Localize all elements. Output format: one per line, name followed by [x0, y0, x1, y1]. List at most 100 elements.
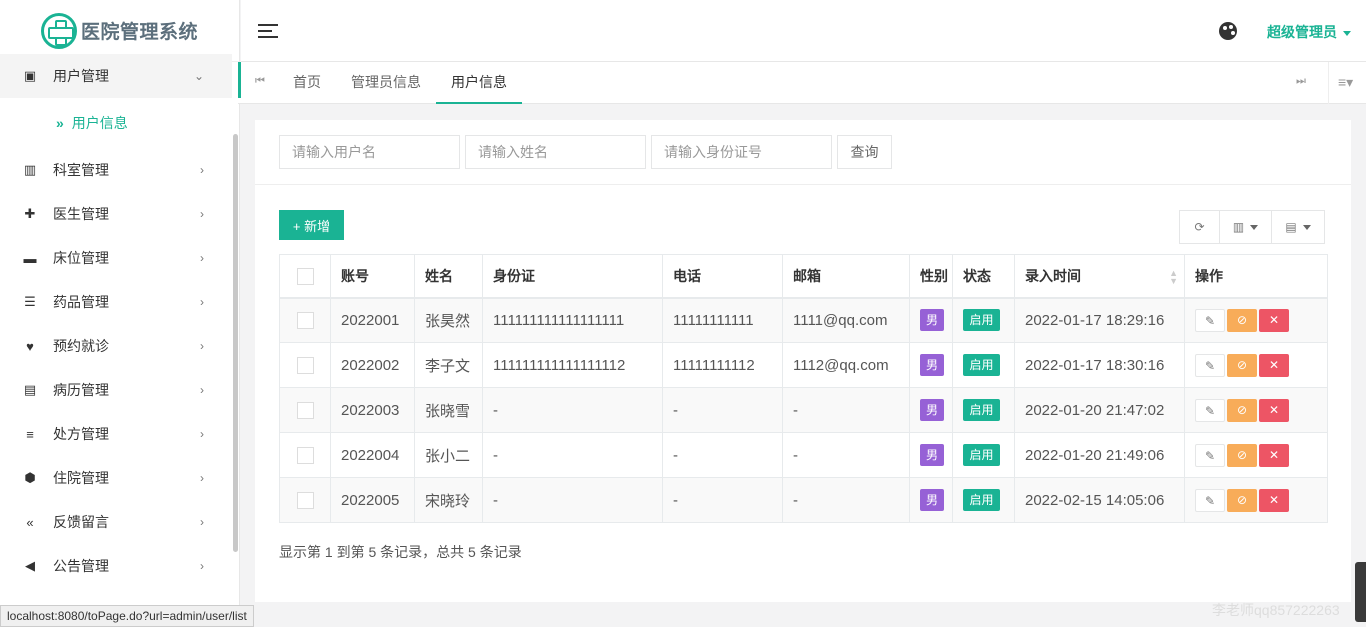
menu-toggle-icon[interactable]: [258, 24, 278, 38]
tabs-scroll-left-icon[interactable]: ⏮: [255, 75, 265, 88]
sidebar-item-user-management[interactable]: ▣ 用户管理 ⌄: [0, 54, 232, 98]
chevron-right-icon: ›: [200, 207, 204, 221]
row-checkbox[interactable]: [296, 401, 314, 419]
sidebar-item-inpatient[interactable]: ⬢ 住院管理 ›: [0, 456, 232, 500]
query-button[interactable]: 查询: [837, 135, 892, 169]
gender-badge: 男: [920, 444, 944, 466]
row-checkbox[interactable]: [296, 446, 314, 464]
disable-button[interactable]: ⊘: [1227, 443, 1257, 467]
cell-account: 2022005: [330, 477, 415, 523]
ban-icon: ⊘: [1236, 312, 1248, 327]
tabs-left-edge: [238, 62, 241, 98]
row-checkbox[interactable]: [296, 312, 314, 330]
edit-button[interactable]: ✎: [1195, 308, 1225, 332]
sidebar-item-label: 药品管理: [53, 294, 109, 310]
user-dropdown[interactable]: 超级管理员: [1267, 22, 1351, 42]
cell-email: 1112@qq.com: [782, 342, 910, 388]
status-badge: 启用: [963, 399, 1000, 421]
delete-button[interactable]: ✕: [1259, 308, 1289, 332]
tab-home[interactable]: 首页: [293, 62, 321, 104]
refresh-button[interactable]: ⟳: [1179, 210, 1220, 244]
select-all-checkbox[interactable]: [296, 267, 314, 285]
side-widget[interactable]: [1355, 562, 1366, 622]
edit-button[interactable]: ✎: [1195, 398, 1225, 422]
newspaper-icon: ▤: [23, 382, 37, 397]
row-checkbox[interactable]: [296, 356, 314, 374]
cell-actions: ✎ ⊘ ✕: [1184, 297, 1328, 343]
row-select-cell: [279, 387, 331, 433]
table-row[interactable]: 2022003 张晓雪 - - - 男启用 2022-01-20 21:47:02 ✎ ⊘ ✕: [279, 387, 1328, 433]
cell-gender: 男: [909, 432, 953, 478]
sidebar-item-notice[interactable]: ◀ 公告管理 ›: [0, 544, 232, 588]
table-row[interactable]: 2022002 李子文 111111111111111112 11111111112 1…: [279, 342, 1328, 388]
sidebar-item-medical-record[interactable]: ▤ 病历管理 ›: [0, 368, 232, 412]
tab-user-info[interactable]: 用户信息: [436, 62, 522, 104]
sidebar-item-doctor[interactable]: ✚ 医生管理 ›: [0, 192, 232, 236]
reply-all-icon: «: [26, 514, 34, 530]
chevron-down-icon: ⌄: [193, 69, 204, 83]
delete-button[interactable]: ✕: [1259, 488, 1289, 512]
row-select-cell: [279, 477, 331, 523]
delete-button[interactable]: ✕: [1259, 353, 1289, 377]
export-button[interactable]: ▤: [1271, 210, 1325, 244]
table-row[interactable]: 2022004 张小二 - - - 男启用 2022-01-20 21:49:06 ✎ ⊘ ✕: [279, 432, 1328, 478]
edit-button[interactable]: ✎: [1195, 488, 1225, 512]
double-chevron-icon: »: [56, 115, 64, 131]
add-button[interactable]: + 新增: [279, 210, 344, 240]
close-icon: ✕: [1268, 492, 1280, 507]
columns-toggle-button[interactable]: ▥: [1219, 210, 1272, 244]
sidebar-item-label: 公告管理: [53, 558, 109, 574]
column-header[interactable]: 身份证: [482, 254, 663, 299]
sidebar-item-bed[interactable]: ▬ 床位管理 ›: [0, 236, 232, 280]
cell-actions: ✎ ⊘ ✕: [1184, 342, 1328, 388]
tabs-scroll-right-icon[interactable]: ⏭: [1296, 75, 1306, 88]
edit-button[interactable]: ✎: [1195, 443, 1225, 467]
table-row[interactable]: 2022001 张昊然 111111111111111111 11111111111 1…: [279, 297, 1328, 343]
name-search-input[interactable]: [465, 135, 646, 169]
column-header[interactable]: 状态: [952, 254, 1015, 299]
row-checkbox[interactable]: [296, 491, 314, 509]
ban-icon: ⊘: [1236, 447, 1248, 462]
search-form: 查询: [279, 135, 892, 169]
tabs-options-icon[interactable]: ≡▾: [1338, 74, 1353, 91]
disable-button[interactable]: ⊘: [1227, 308, 1257, 332]
sidebar-subitem-user-info[interactable]: » 用户信息: [0, 98, 232, 148]
palette-icon[interactable]: [1219, 22, 1237, 40]
cell-idcard: 111111111111111112: [482, 342, 663, 388]
idcard-search-input[interactable]: [651, 135, 832, 169]
cell-account: 2022003: [330, 387, 415, 433]
column-header[interactable]: 姓名: [414, 254, 483, 299]
delete-button[interactable]: ✕: [1259, 398, 1289, 422]
sidebar-item-medicine[interactable]: ☰ 药品管理 ›: [0, 280, 232, 324]
sidebar-item-department[interactable]: ▥ 科室管理 ›: [0, 148, 232, 192]
tab-admin-info[interactable]: 管理员信息: [351, 62, 421, 104]
sidebar-item-label: 用户管理: [53, 68, 109, 84]
username-search-input[interactable]: [279, 135, 460, 169]
column-header[interactable]: 电话: [662, 254, 783, 299]
logo[interactable]: 医院管理系统: [0, 0, 239, 62]
disable-button[interactable]: ⊘: [1227, 488, 1257, 512]
refresh-icon: ⟳: [1194, 220, 1205, 234]
row-select-cell: [279, 297, 331, 343]
cell-gender: 男: [909, 387, 953, 433]
columns-toggle-icon: ▥: [1232, 220, 1245, 234]
table-header-row: 账号 姓名 身份证 电话 邮箱 性别 状态 录入时间 ▲ ▼ 操作: [279, 254, 1328, 299]
delete-button[interactable]: ✕: [1259, 443, 1289, 467]
sidebar-item-prescription[interactable]: ≡ 处方管理 ›: [0, 412, 232, 456]
close-icon: ✕: [1268, 357, 1280, 372]
disable-button[interactable]: ⊘: [1227, 353, 1257, 377]
disable-button[interactable]: ⊘: [1227, 398, 1257, 422]
column-header[interactable]: 邮箱: [782, 254, 910, 299]
sidebar-item-appointment[interactable]: ♥ 预约就诊 ›: [0, 324, 232, 368]
cell-email: 1111@qq.com: [782, 297, 910, 343]
sidebar-scrollbar[interactable]: [233, 134, 238, 552]
status-badge: 启用: [963, 309, 1000, 332]
cell-actions: ✎ ⊘ ✕: [1184, 432, 1328, 478]
sidebar-item-feedback[interactable]: « 反馈留言 ›: [0, 500, 232, 544]
column-header-sortable[interactable]: 录入时间 ▲ ▼: [1014, 254, 1185, 299]
edit-button[interactable]: ✎: [1195, 353, 1225, 377]
table-row[interactable]: 2022005 宋晓玲 - - - 男启用 2022-02-15 14:05:06 ✎ ⊘ ✕: [279, 477, 1328, 523]
column-header[interactable]: 账号: [330, 254, 415, 299]
bullhorn-icon: ◀: [25, 558, 35, 573]
column-header[interactable]: 性别: [909, 254, 953, 299]
